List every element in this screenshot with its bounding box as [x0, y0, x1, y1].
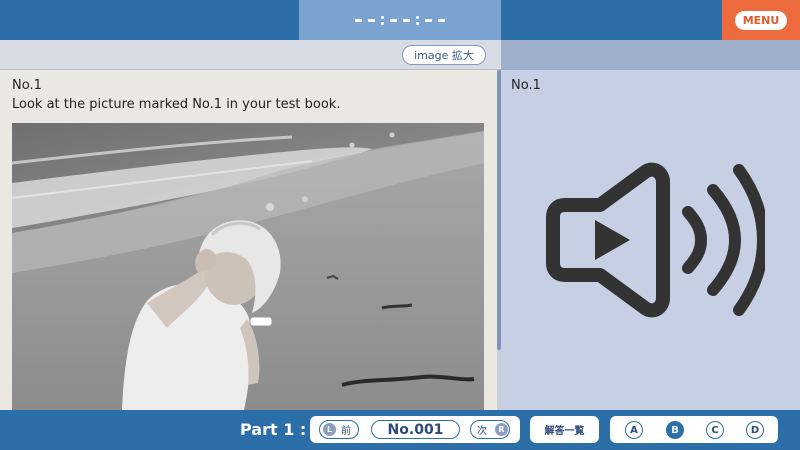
menu-button[interactable]: MENU	[734, 10, 788, 30]
question-panel: No.1 Look at the picture marked No.1 in …	[0, 70, 497, 410]
answer-list-button[interactable]: 解答一覧	[530, 416, 599, 443]
prev-label: 前	[341, 426, 351, 437]
next-label: 次	[477, 426, 487, 437]
image-zoom-button[interactable]: image 拡大	[402, 45, 486, 65]
question-number: No.1	[12, 78, 42, 93]
question-instruction: Look at the picture marked No.1 in your …	[12, 97, 341, 112]
next-button[interactable]: 次 R	[470, 420, 510, 439]
choice-c-button[interactable]: C	[706, 421, 724, 439]
choice-d-button[interactable]: D	[746, 421, 764, 439]
audio-panel: No.1	[501, 70, 800, 410]
r-key-badge: R	[495, 423, 508, 436]
speaker-icon[interactable]	[545, 160, 770, 324]
timer-display	[299, 0, 501, 40]
l-key-badge: L	[323, 423, 336, 436]
audio-toolbar	[501, 40, 800, 70]
part-label: Part 1 :	[240, 420, 307, 439]
audio-question-number: No.1	[511, 78, 541, 93]
menu-area: MENU	[722, 0, 800, 40]
prev-button[interactable]: L 前	[319, 420, 359, 439]
question-photo	[12, 123, 484, 410]
choice-b-button[interactable]: B	[666, 421, 684, 439]
current-question-number: No.001	[371, 420, 460, 439]
choice-a-button[interactable]: A	[625, 421, 643, 439]
